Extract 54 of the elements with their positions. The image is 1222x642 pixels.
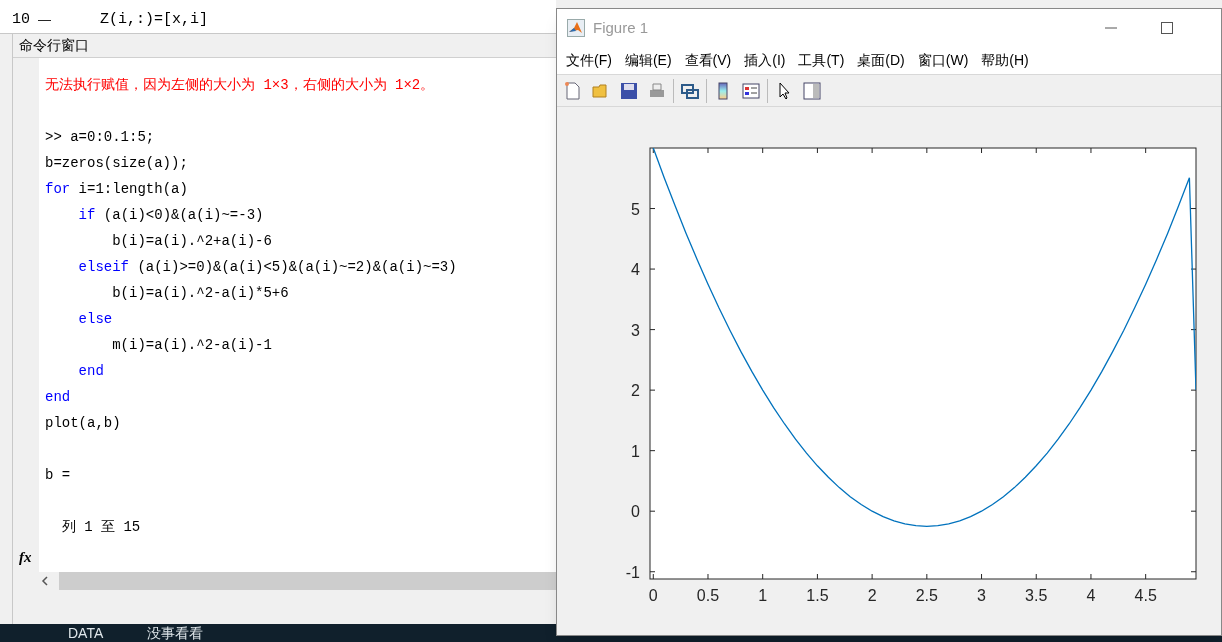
function-icon: fx (19, 545, 32, 568)
x-tick-label: 4.5 (1134, 587, 1157, 604)
code-line: end (45, 388, 72, 407)
output-line: b = (45, 466, 72, 485)
chevron-left-icon[interactable] (39, 575, 51, 587)
y-tick-label: 3 (631, 321, 640, 339)
x-tick-label: 0 (648, 587, 658, 604)
menu-item[interactable]: 文件(F) (566, 49, 612, 71)
code-line: b(i)=a(i).^2-a(i)*5+6 (111, 284, 290, 303)
menu-item[interactable]: 桌面(D) (857, 49, 905, 71)
breakpoint-marker: — (38, 11, 52, 30)
code-line: >> a=0:0.1:5; (45, 128, 156, 147)
code-line: for i=1:length(a) (45, 180, 189, 199)
menu-item[interactable]: 工具(T) (798, 49, 845, 71)
taskbar-item[interactable]: 没事看看 (147, 622, 204, 642)
x-tick-label: 2.5 (915, 587, 938, 604)
output-line: 列 1 至 15 (60, 518, 142, 537)
new-file-icon[interactable] (563, 80, 583, 101)
peak-logo-icon (567, 18, 585, 37)
legend-icon[interactable] (741, 80, 761, 101)
code-line: b=zeros(size(a)); (45, 154, 189, 173)
x-tick-label: 3 (977, 587, 986, 604)
code-line: elseif (a(i)>=0)&(a(i)<5)&(a(i)~=2)&(a(i)~=3) (77, 258, 457, 277)
code-line: plot(a,b) (45, 414, 122, 433)
y-tick-label: 0 (631, 503, 640, 521)
code-line: else (77, 310, 114, 329)
property-panel-icon[interactable] (802, 80, 822, 101)
x-tick-label: 0.5 (696, 587, 720, 604)
maximize-icon[interactable] (1161, 21, 1173, 34)
y-tick-label: 4 (631, 261, 640, 279)
y-tick-label: 5 (631, 200, 640, 218)
code-line: b(i)=a(i).^2+a(i)-6 (111, 232, 273, 251)
x-tick-label: 3.5 (1025, 587, 1048, 604)
x-tick-label: 1.5 (806, 587, 829, 604)
error-message: 无法执行赋值，因为左侧的大小为 1×3，右侧的大小为 1×2。 (45, 76, 436, 95)
taskbar-item[interactable]: DATA (68, 622, 104, 642)
menu-item[interactable]: 查看(V) (684, 49, 732, 71)
save-icon[interactable] (619, 80, 639, 101)
menu-item[interactable]: 帮助(H) (981, 49, 1029, 71)
code-line: Z(i,:)=[x,i] (100, 9, 209, 30)
menu-item[interactable]: 插入(I) (744, 49, 786, 71)
y-tick-label: -1 (625, 563, 640, 581)
y-tick-label: 1 (631, 442, 640, 460)
code-line: m(i)=a(i).^2-a(i)-1 (111, 336, 273, 355)
code-line: if (a(i)<0)&(a(i)~=-3) (77, 206, 265, 225)
menu-item[interactable]: 窗口(W) (917, 49, 969, 71)
menu-item[interactable]: 编辑(E) (624, 49, 672, 71)
x-tick-label: 1 (758, 587, 768, 604)
window-title: Figure 1 (593, 17, 649, 38)
x-tick-label: 2 (867, 587, 877, 604)
line-number: 10 (12, 9, 31, 30)
code-line: end (77, 362, 105, 381)
x-tick-label: 4 (1086, 587, 1096, 604)
y-tick-label: 2 (631, 382, 640, 400)
